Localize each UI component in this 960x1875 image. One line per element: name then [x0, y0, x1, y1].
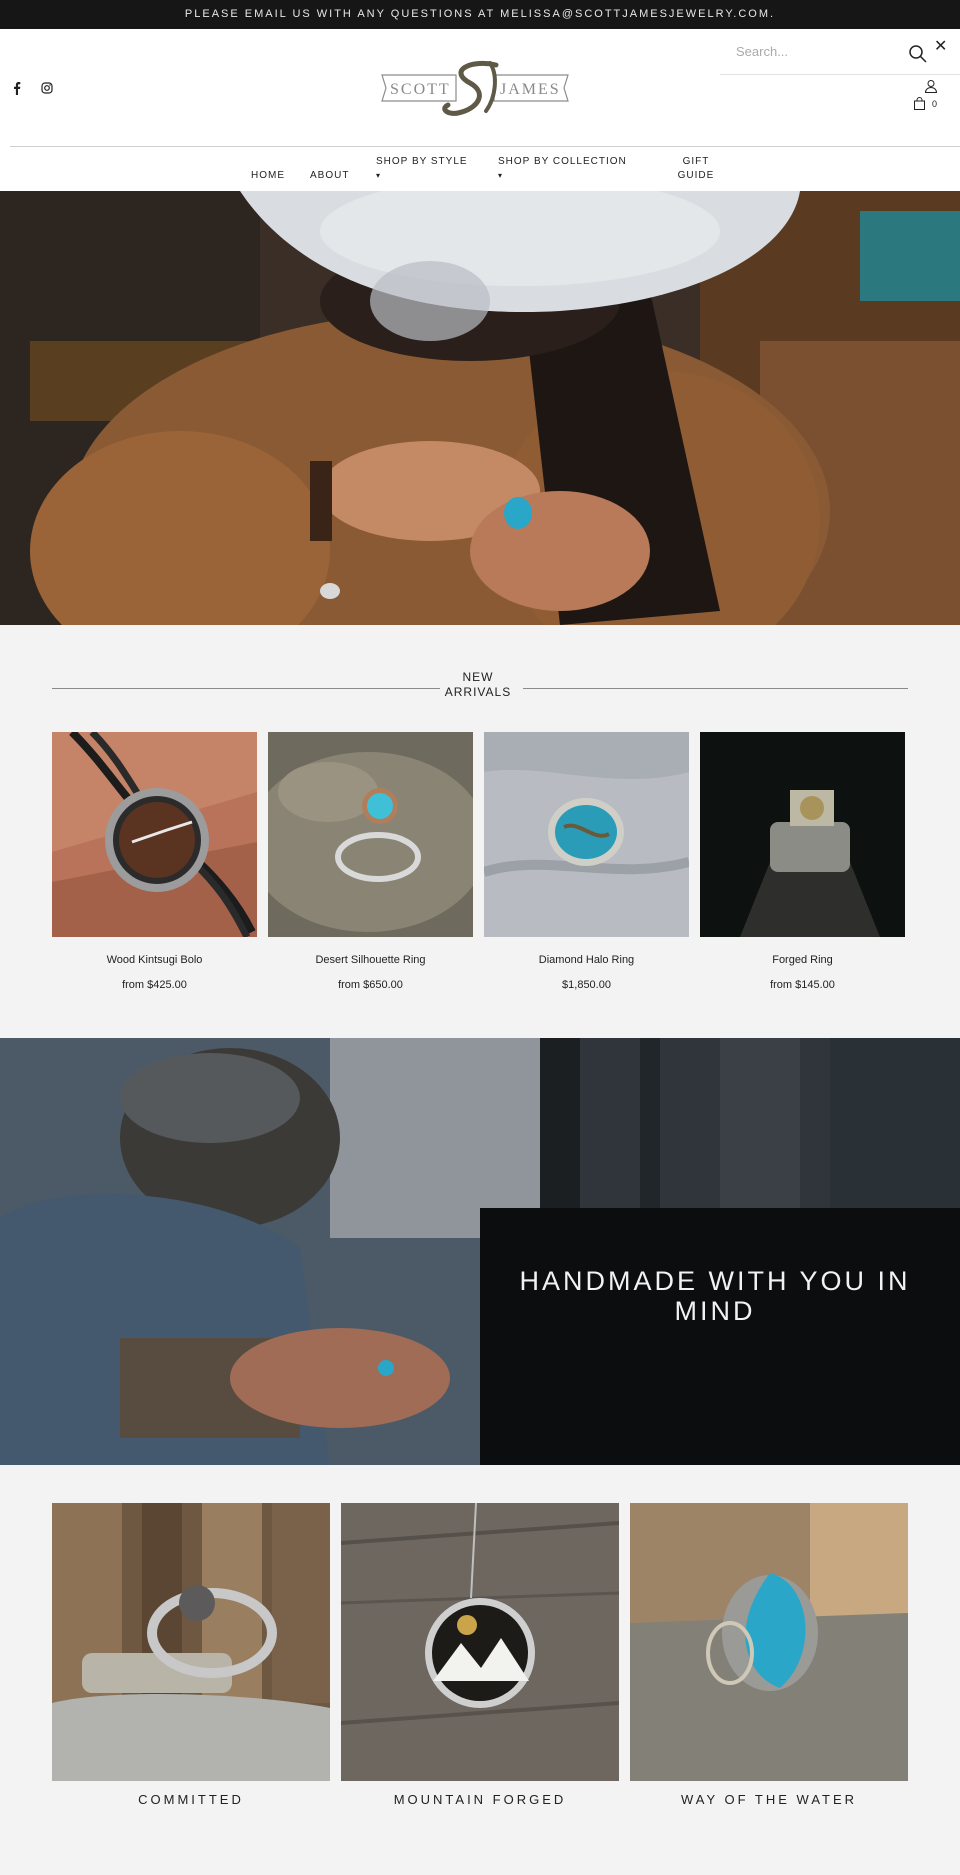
collection-card[interactable]: WAY OF THE WATER: [630, 1503, 908, 1807]
product-image[interactable]: [700, 732, 905, 937]
collection-label[interactable]: COMMITTED: [52, 1792, 330, 1807]
section-divider-left: [52, 688, 440, 689]
social-links: [10, 81, 54, 95]
product-card[interactable]: Wood Kintsugi Bolo from $425.00: [52, 732, 257, 991]
nav-about[interactable]: ABOUT: [310, 169, 349, 183]
facebook-icon[interactable]: [10, 81, 24, 95]
section-title: NEW ARRIVALS: [444, 670, 512, 699]
nav-gift-guide[interactable]: GIFT GUIDE: [666, 155, 726, 183]
product-price: $1,850.00: [562, 979, 611, 991]
product-price: from $425.00: [122, 979, 187, 991]
chevron-down-icon: ▾: [498, 171, 504, 180]
nav-shop-by-style-label: SHOP BY STYLE: [376, 156, 468, 167]
product-card[interactable]: Diamond Halo Ring $1,850.00: [484, 732, 689, 991]
search-bar: ✕: [720, 29, 960, 75]
chevron-down-icon: ▾: [376, 171, 382, 180]
banner-headline: HANDMADE WITH YOU IN MIND: [519, 1266, 911, 1326]
close-icon[interactable]: ✕: [934, 39, 947, 55]
product-name[interactable]: Forged Ring: [700, 954, 905, 966]
collection-image[interactable]: [52, 1503, 330, 1781]
handmade-banner: HANDMADE WITH YOU IN MIND: [0, 1038, 960, 1465]
product-price: from $650.00: [338, 979, 403, 991]
logo-text-left: SCOTT: [390, 81, 451, 98]
announcement-bar: PLEASE EMAIL US WITH ANY QUESTIONS AT ME…: [0, 0, 960, 29]
product-card[interactable]: Desert Silhouette Ring from $650.00: [268, 732, 473, 991]
collections-section: COMMITTED MOUNTAIN FORGED WAY OF THE WAT…: [0, 1465, 960, 1875]
product-name[interactable]: Desert Silhouette Ring: [268, 954, 473, 966]
nav-home[interactable]: HOME: [251, 169, 285, 183]
nav-shop-by-collection[interactable]: SHOP BY COLLECTION ▾: [498, 155, 627, 183]
site-header: SCOTT JAMES ✕ 0: [0, 29, 960, 147]
product-card[interactable]: Forged Ring from $145.00: [700, 732, 905, 991]
main-nav: HOME ABOUT SHOP BY STYLE ▾ SHOP BY COLLE…: [10, 146, 960, 191]
bag-icon: [913, 97, 926, 110]
collection-card[interactable]: MOUNTAIN FORGED: [341, 1503, 619, 1807]
cart-link[interactable]: 0: [913, 97, 937, 110]
instagram-icon[interactable]: [40, 81, 54, 95]
product-image[interactable]: [484, 732, 689, 937]
cart-count: 0: [932, 98, 938, 109]
product-price: from $145.00: [770, 979, 835, 991]
collection-label[interactable]: MOUNTAIN FORGED: [341, 1792, 619, 1807]
product-image[interactable]: [268, 732, 473, 937]
brand-logo[interactable]: SCOTT JAMES: [378, 57, 572, 119]
search-input[interactable]: [736, 41, 896, 61]
product-name[interactable]: Diamond Halo Ring: [484, 954, 689, 966]
nav-shop-by-collection-label: SHOP BY COLLECTION: [498, 156, 627, 167]
hero-image: [0, 191, 960, 625]
collection-image[interactable]: [630, 1503, 908, 1781]
product-name[interactable]: Wood Kintsugi Bolo: [52, 954, 257, 966]
product-image[interactable]: [52, 732, 257, 937]
search-icon[interactable]: [908, 44, 928, 64]
nav-shop-by-style[interactable]: SHOP BY STYLE ▾: [376, 155, 468, 183]
collection-label[interactable]: WAY OF THE WATER: [630, 1792, 908, 1807]
section-divider-right: [523, 688, 908, 689]
new-arrivals-section: NEW ARRIVALS Wood Kintsugi Bolo from $42…: [0, 625, 960, 1038]
banner-image: [0, 1038, 960, 1465]
collection-card[interactable]: COMMITTED: [52, 1503, 330, 1807]
account-icon[interactable]: [924, 79, 938, 93]
collection-image[interactable]: [341, 1503, 619, 1781]
logo-text-right: JAMES: [500, 81, 561, 98]
